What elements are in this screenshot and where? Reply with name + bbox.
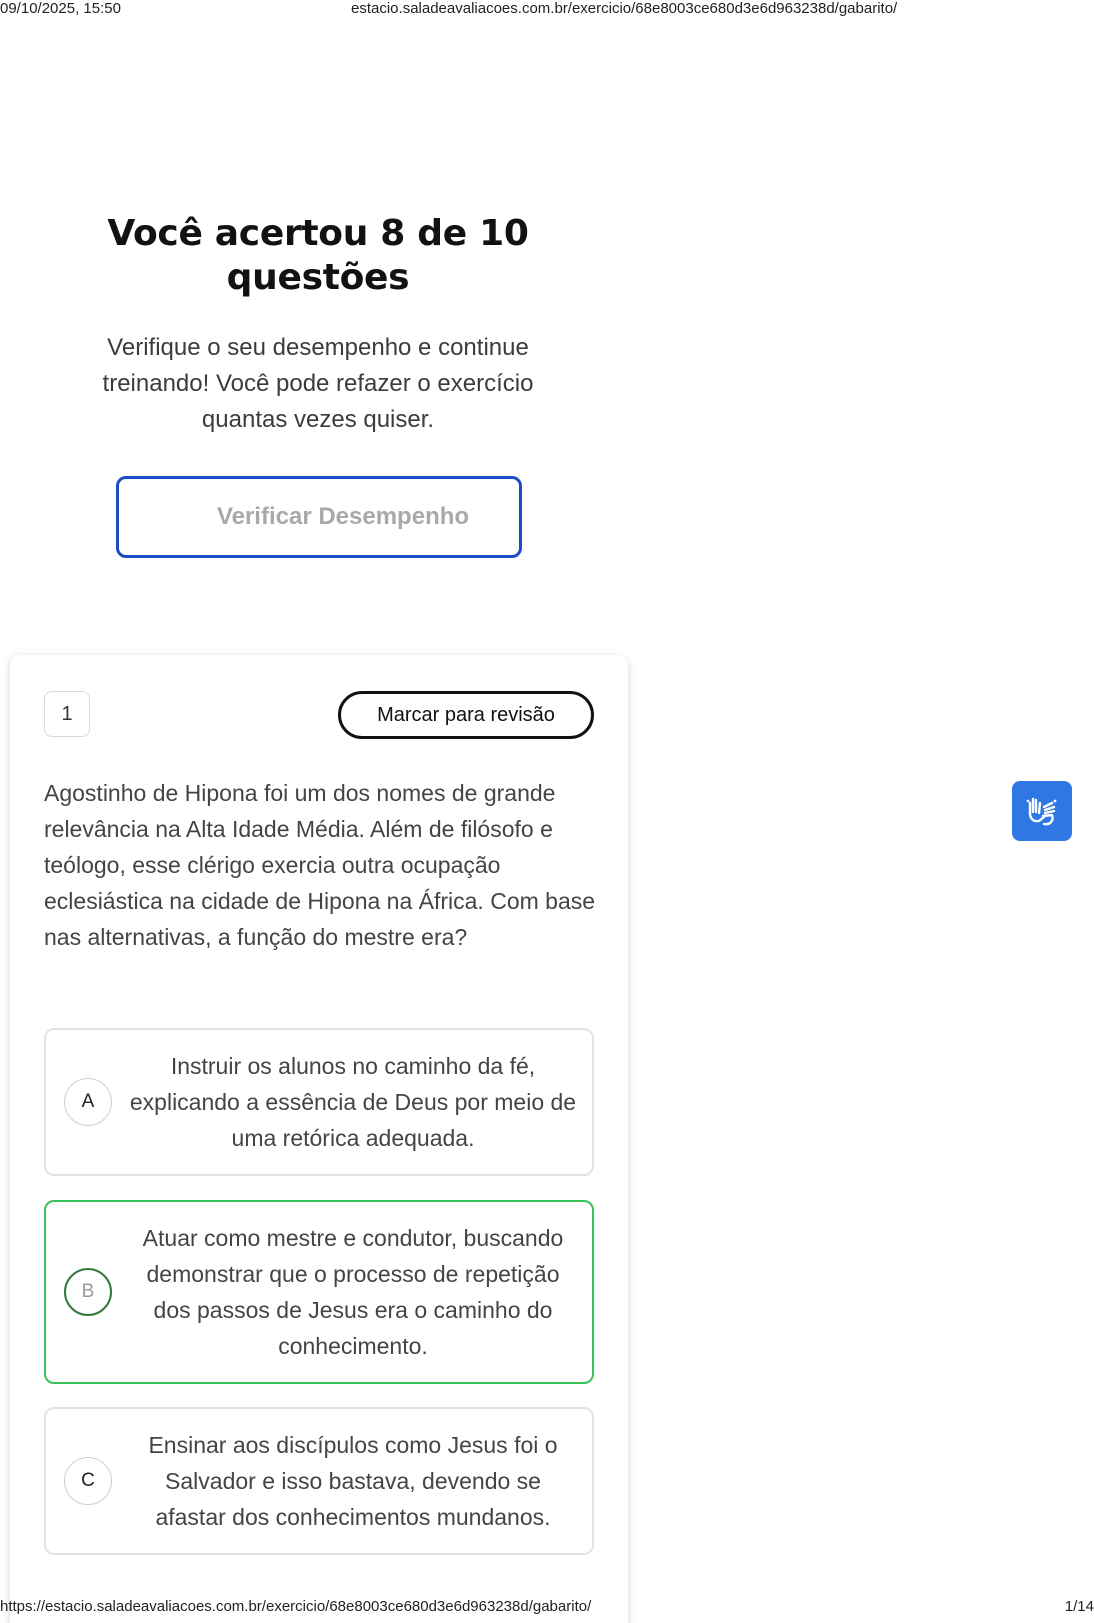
result-title: Você acertou 8 de 10 questões [107,213,529,298]
sign-language-hands-icon [1026,797,1057,826]
print-datetime: 09/10/2025, 15:50 [0,0,121,17]
option-a[interactable]: A Instruir os alunos no caminho da fé, e… [44,1028,594,1176]
page: 09/10/2025, 15:50 estacio.saladeavaliaco… [0,0,1094,1623]
option-letter: A [64,1078,112,1126]
question-text: Agostinho de Hipona foi um dos nomes de … [44,780,596,950]
mark-for-review-button[interactable]: Marcar para revisão [338,691,594,739]
accessibility-libras-button[interactable] [1012,781,1072,841]
option-text: Instruir os alunos no caminho da fé, exp… [129,1053,577,1151]
option-b-correct[interactable]: B Atuar como mestre e condutor, buscando… [44,1200,594,1384]
verify-performance-button[interactable]: Verificar Desempenho [116,476,522,558]
print-url: https://estacio.saladeavaliacoes.com.br/… [0,1598,592,1615]
option-letter: C [64,1457,112,1505]
question-number: 1 [44,691,90,737]
option-c[interactable]: C Ensinar aos discípulos como Jesus foi … [44,1407,594,1555]
print-footer: https://estacio.saladeavaliacoes.com.br/… [0,1598,1094,1618]
option-text: Ensinar aos discípulos como Jesus foi o … [148,1432,558,1530]
option-letter: B [64,1268,112,1316]
print-page-number: 1/14 [1064,1598,1094,1615]
print-header: 09/10/2025, 15:50 estacio.saladeavaliaco… [0,0,1094,20]
print-page-title: estacio.saladeavaliacoes.com.br/exercici… [351,0,898,17]
question-card: 1 Marcar para revisão Agostinho de Hipon… [10,655,628,1623]
option-text: Atuar como mestre e condutor, buscando d… [142,1225,564,1359]
result-subtitle: Verifique o seu desempenho e continue tr… [102,334,534,433]
